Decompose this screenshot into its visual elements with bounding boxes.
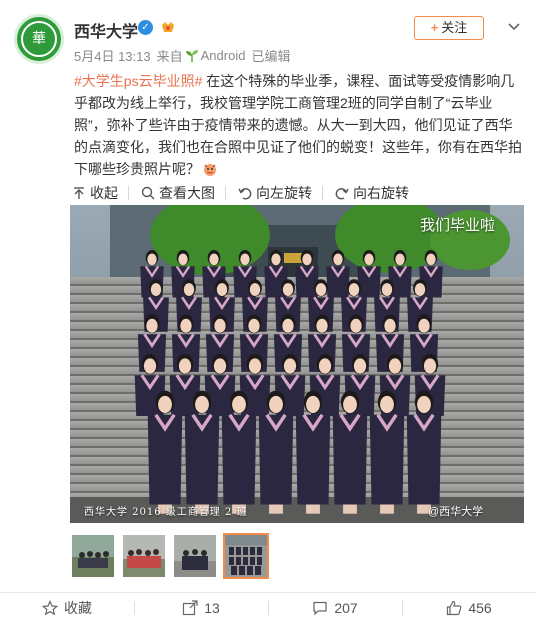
thumbnail-strip	[70, 533, 274, 579]
thumbnail-4[interactable]	[223, 533, 269, 579]
share-icon	[183, 600, 198, 616]
main-photo[interactable]	[70, 205, 524, 523]
repost-count: 13	[204, 600, 220, 616]
emoji-icon	[204, 164, 216, 176]
view-large-label: 查看大图	[159, 185, 215, 201]
view-large-button[interactable]: 查看大图	[141, 183, 215, 203]
verified-icon: ✓	[138, 20, 153, 35]
comment-button[interactable]: 207	[268, 593, 402, 623]
rotate-left-icon	[238, 188, 252, 200]
post-text: #大学生ps云毕业照# 在这个特殊的毕业季，课程、面试等受疫情影响几乎都改为线上…	[74, 70, 524, 180]
rotate-left-button[interactable]: 向左旋转	[238, 183, 312, 203]
hashtag-link[interactable]: #大学生ps云毕业照#	[74, 73, 202, 89]
action-bar: 收藏 13 207 456	[0, 592, 536, 623]
avatar[interactable]: 華	[14, 14, 64, 64]
thumbnail-image	[174, 535, 216, 577]
rotate-left-label: 向左旋转	[256, 185, 312, 201]
toolbar-divider	[128, 186, 129, 200]
thumbnail-2[interactable]	[121, 533, 167, 579]
collapse-button[interactable]: 收起	[72, 183, 118, 203]
thumbs-up-icon	[447, 600, 462, 616]
edited-label[interactable]: 已编辑	[251, 46, 290, 65]
follow-button[interactable]: + 关注	[414, 16, 484, 40]
like-button[interactable]: 456	[402, 593, 536, 623]
post-source[interactable]: Android	[201, 48, 246, 63]
rotate-right-icon	[335, 188, 349, 200]
post-meta: 5月4日 13:13 来自 Android 已编辑	[74, 46, 296, 65]
repost-button[interactable]: 13	[134, 593, 268, 623]
source-prefix: 来自	[156, 49, 183, 64]
comment-icon	[313, 601, 327, 616]
leaf-icon	[185, 49, 198, 62]
post-date[interactable]: 5月4日 13:13	[74, 46, 151, 65]
graduation-photo-image	[70, 205, 524, 523]
toolbar-divider	[225, 186, 226, 200]
thumbnail-image	[72, 535, 114, 577]
collapse-label: 收起	[90, 185, 118, 201]
vip-badge-icon	[162, 22, 174, 32]
rotate-right-button[interactable]: 向右旋转	[335, 183, 409, 203]
weibo-post: 華 西华大学 ✓ 5月4日 13:13 来自 Android 已编辑 + 关注 #…	[0, 0, 536, 623]
favorite-label: 收藏	[64, 600, 92, 616]
avatar-logo: 華	[21, 21, 57, 57]
chevron-down-icon[interactable]	[504, 16, 524, 36]
comment-count: 207	[334, 600, 358, 616]
thumbnail-1[interactable]	[70, 533, 116, 579]
plus-icon: +	[430, 20, 439, 35]
account-name[interactable]: 西华大学	[74, 18, 138, 42]
favorite-button[interactable]: 收藏	[0, 593, 134, 623]
like-count: 456	[468, 600, 492, 616]
photo-caption: 西华大学 2016 级工商管理 2 班	[84, 507, 248, 518]
thumbnail-image	[123, 535, 165, 577]
search-icon	[141, 186, 155, 200]
star-icon	[42, 600, 58, 616]
thumbnail-image	[225, 535, 267, 577]
follow-label: 关注	[441, 20, 468, 35]
photo-watermark: @西华大学	[428, 506, 484, 518]
image-toolbar: 收起 查看大图 向左旋转 向右旋转	[60, 178, 536, 208]
photo-overlay-title: 我们毕业啦	[420, 216, 496, 234]
toolbar-divider	[322, 186, 323, 200]
arrow-up-icon	[74, 187, 84, 199]
thumbnail-3[interactable]	[172, 533, 218, 579]
rotate-right-label: 向右旋转	[353, 185, 409, 201]
